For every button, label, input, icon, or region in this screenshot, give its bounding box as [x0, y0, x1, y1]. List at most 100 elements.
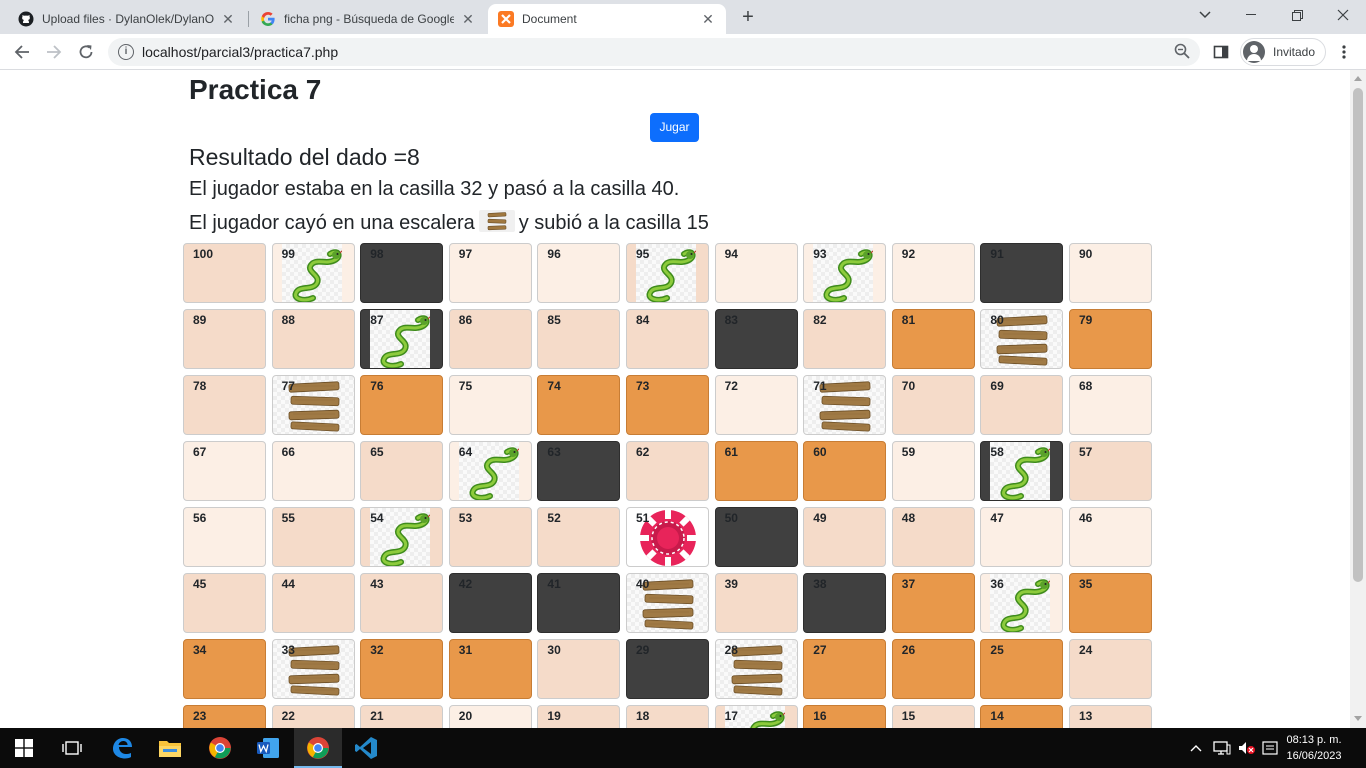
back-arrow-icon[interactable]	[8, 38, 36, 66]
cell-number: 22	[281, 709, 295, 723]
cell-number: 48	[901, 511, 916, 525]
chrome-active-icon[interactable]	[294, 728, 342, 768]
cell-number: 49	[813, 511, 827, 525]
board-cell: 71	[803, 375, 887, 435]
windows-start-icon[interactable]	[0, 728, 48, 768]
cell-number: 100	[193, 247, 214, 261]
restore-icon[interactable]	[1274, 0, 1320, 30]
scroll-down-arrow-icon[interactable]	[1354, 716, 1362, 721]
board-cell: 67	[183, 441, 266, 501]
new-tab-plus-icon[interactable]: +	[736, 6, 760, 30]
board-cell: 84	[626, 309, 709, 369]
board-cell: 88	[271, 309, 355, 369]
board-cell: 25	[980, 639, 1064, 699]
cell-number: 46	[1079, 511, 1093, 525]
forward-arrow-icon[interactable]	[40, 38, 68, 66]
board-cell: 19	[537, 705, 621, 728]
play-button[interactable]: Jugar	[650, 113, 699, 142]
cell-number: 20	[458, 709, 473, 723]
scrollbar-thumb[interactable]	[1353, 88, 1363, 582]
cell-number: 57	[1079, 445, 1093, 459]
file-explorer-icon[interactable]	[146, 728, 194, 768]
tab-github[interactable]: Upload files · DylanOlek/DylanOl ✕	[8, 4, 246, 34]
board-cell: 66	[271, 441, 355, 501]
board-cell: 70	[891, 375, 975, 435]
url-text[interactable]: localhost/parcial3/practica7.php	[142, 44, 338, 60]
site-info-icon[interactable]: i	[118, 44, 134, 60]
board-cell: 74	[537, 375, 621, 435]
page-scrollbar[interactable]	[1350, 70, 1366, 728]
cell-number: 58	[990, 445, 1004, 459]
side-panel-icon[interactable]	[1207, 38, 1235, 66]
tab-search-chevron-icon[interactable]	[1182, 0, 1228, 30]
board-cell: 78	[183, 375, 266, 435]
cell-number: 81	[901, 313, 916, 327]
close-tab-icon[interactable]: ✕	[220, 11, 236, 28]
board-cell: 77	[271, 375, 355, 435]
keyboard-layout-icon[interactable]	[1262, 728, 1278, 768]
cell-number: 85	[547, 313, 561, 327]
tab-document[interactable]: Document ✕	[488, 4, 726, 34]
board-cell: 90	[1069, 243, 1152, 303]
board-cell: 49	[803, 507, 887, 567]
zoom-icon[interactable]	[1174, 43, 1190, 62]
board-cell: 100	[183, 243, 266, 303]
volume-muted-icon[interactable]	[1238, 728, 1256, 768]
cell-number: 31	[458, 643, 473, 657]
board-cell: 17	[714, 705, 798, 728]
cell-number: 39	[724, 577, 738, 591]
address-bar[interactable]: i localhost/parcial3/practica7.php	[108, 38, 1200, 66]
taskbar-clock[interactable]: 08:13 p. m. 16/06/2023	[1280, 732, 1348, 764]
vscode-icon[interactable]	[342, 728, 390, 768]
cell-number: 88	[281, 313, 295, 327]
cell-number: 18	[636, 709, 650, 723]
board-cell: 46	[1069, 507, 1152, 567]
board-cell: 42	[448, 573, 532, 633]
board-cell: 82	[803, 309, 887, 369]
board-cell: 68	[1069, 375, 1152, 435]
minimize-icon[interactable]	[1228, 0, 1274, 30]
close-window-icon[interactable]	[1320, 0, 1366, 30]
reload-icon[interactable]	[72, 38, 100, 66]
cell-number: 86	[458, 313, 473, 327]
network-icon[interactable]	[1213, 728, 1231, 768]
board-cell: 18	[626, 705, 709, 728]
cell-number: 30	[547, 643, 561, 657]
cell-number: 19	[547, 709, 561, 723]
board-cell: 81	[891, 309, 975, 369]
show-hidden-icons-chevron-icon[interactable]	[1190, 728, 1202, 768]
board-cell: 50	[714, 507, 798, 567]
cell-number: 78	[193, 379, 207, 393]
word-icon[interactable]	[244, 728, 292, 768]
board-cell: 56	[183, 507, 266, 567]
cell-number: 66	[281, 445, 295, 459]
cell-number: 60	[813, 445, 827, 459]
kebab-menu-icon[interactable]	[1330, 38, 1358, 66]
board-cell: 43	[360, 573, 444, 633]
board-cell: 21	[360, 705, 444, 728]
chrome-icon[interactable]	[196, 728, 244, 768]
cell-number: 92	[901, 247, 916, 261]
board-cell: 39	[714, 573, 798, 633]
cell-number: 84	[636, 313, 650, 327]
cell-number: 45	[193, 577, 207, 591]
board-cell: 23	[183, 705, 266, 728]
board-cell: 76	[360, 375, 444, 435]
cell-number: 52	[547, 511, 561, 525]
board-cell: 94	[714, 243, 798, 303]
cell-number: 68	[1079, 379, 1093, 393]
board-cell: 35	[1069, 573, 1152, 633]
close-tab-icon[interactable]: ✕	[460, 11, 476, 28]
close-tab-icon[interactable]: ✕	[700, 11, 716, 28]
tab-google[interactable]: ficha png - Búsqueda de Google ✕	[250, 4, 486, 34]
board-cell: 28	[714, 639, 798, 699]
task-view-icon[interactable]	[48, 728, 96, 768]
scroll-up-arrow-icon[interactable]	[1354, 76, 1362, 81]
edge-icon[interactable]	[98, 728, 146, 768]
cell-number: 36	[990, 577, 1004, 591]
board-cell: 22	[271, 705, 355, 728]
board-cell: 86	[448, 309, 532, 369]
cell-number: 79	[1079, 313, 1093, 327]
profile-button[interactable]: Invitado	[1240, 38, 1327, 66]
board-cell: 98	[360, 243, 444, 303]
